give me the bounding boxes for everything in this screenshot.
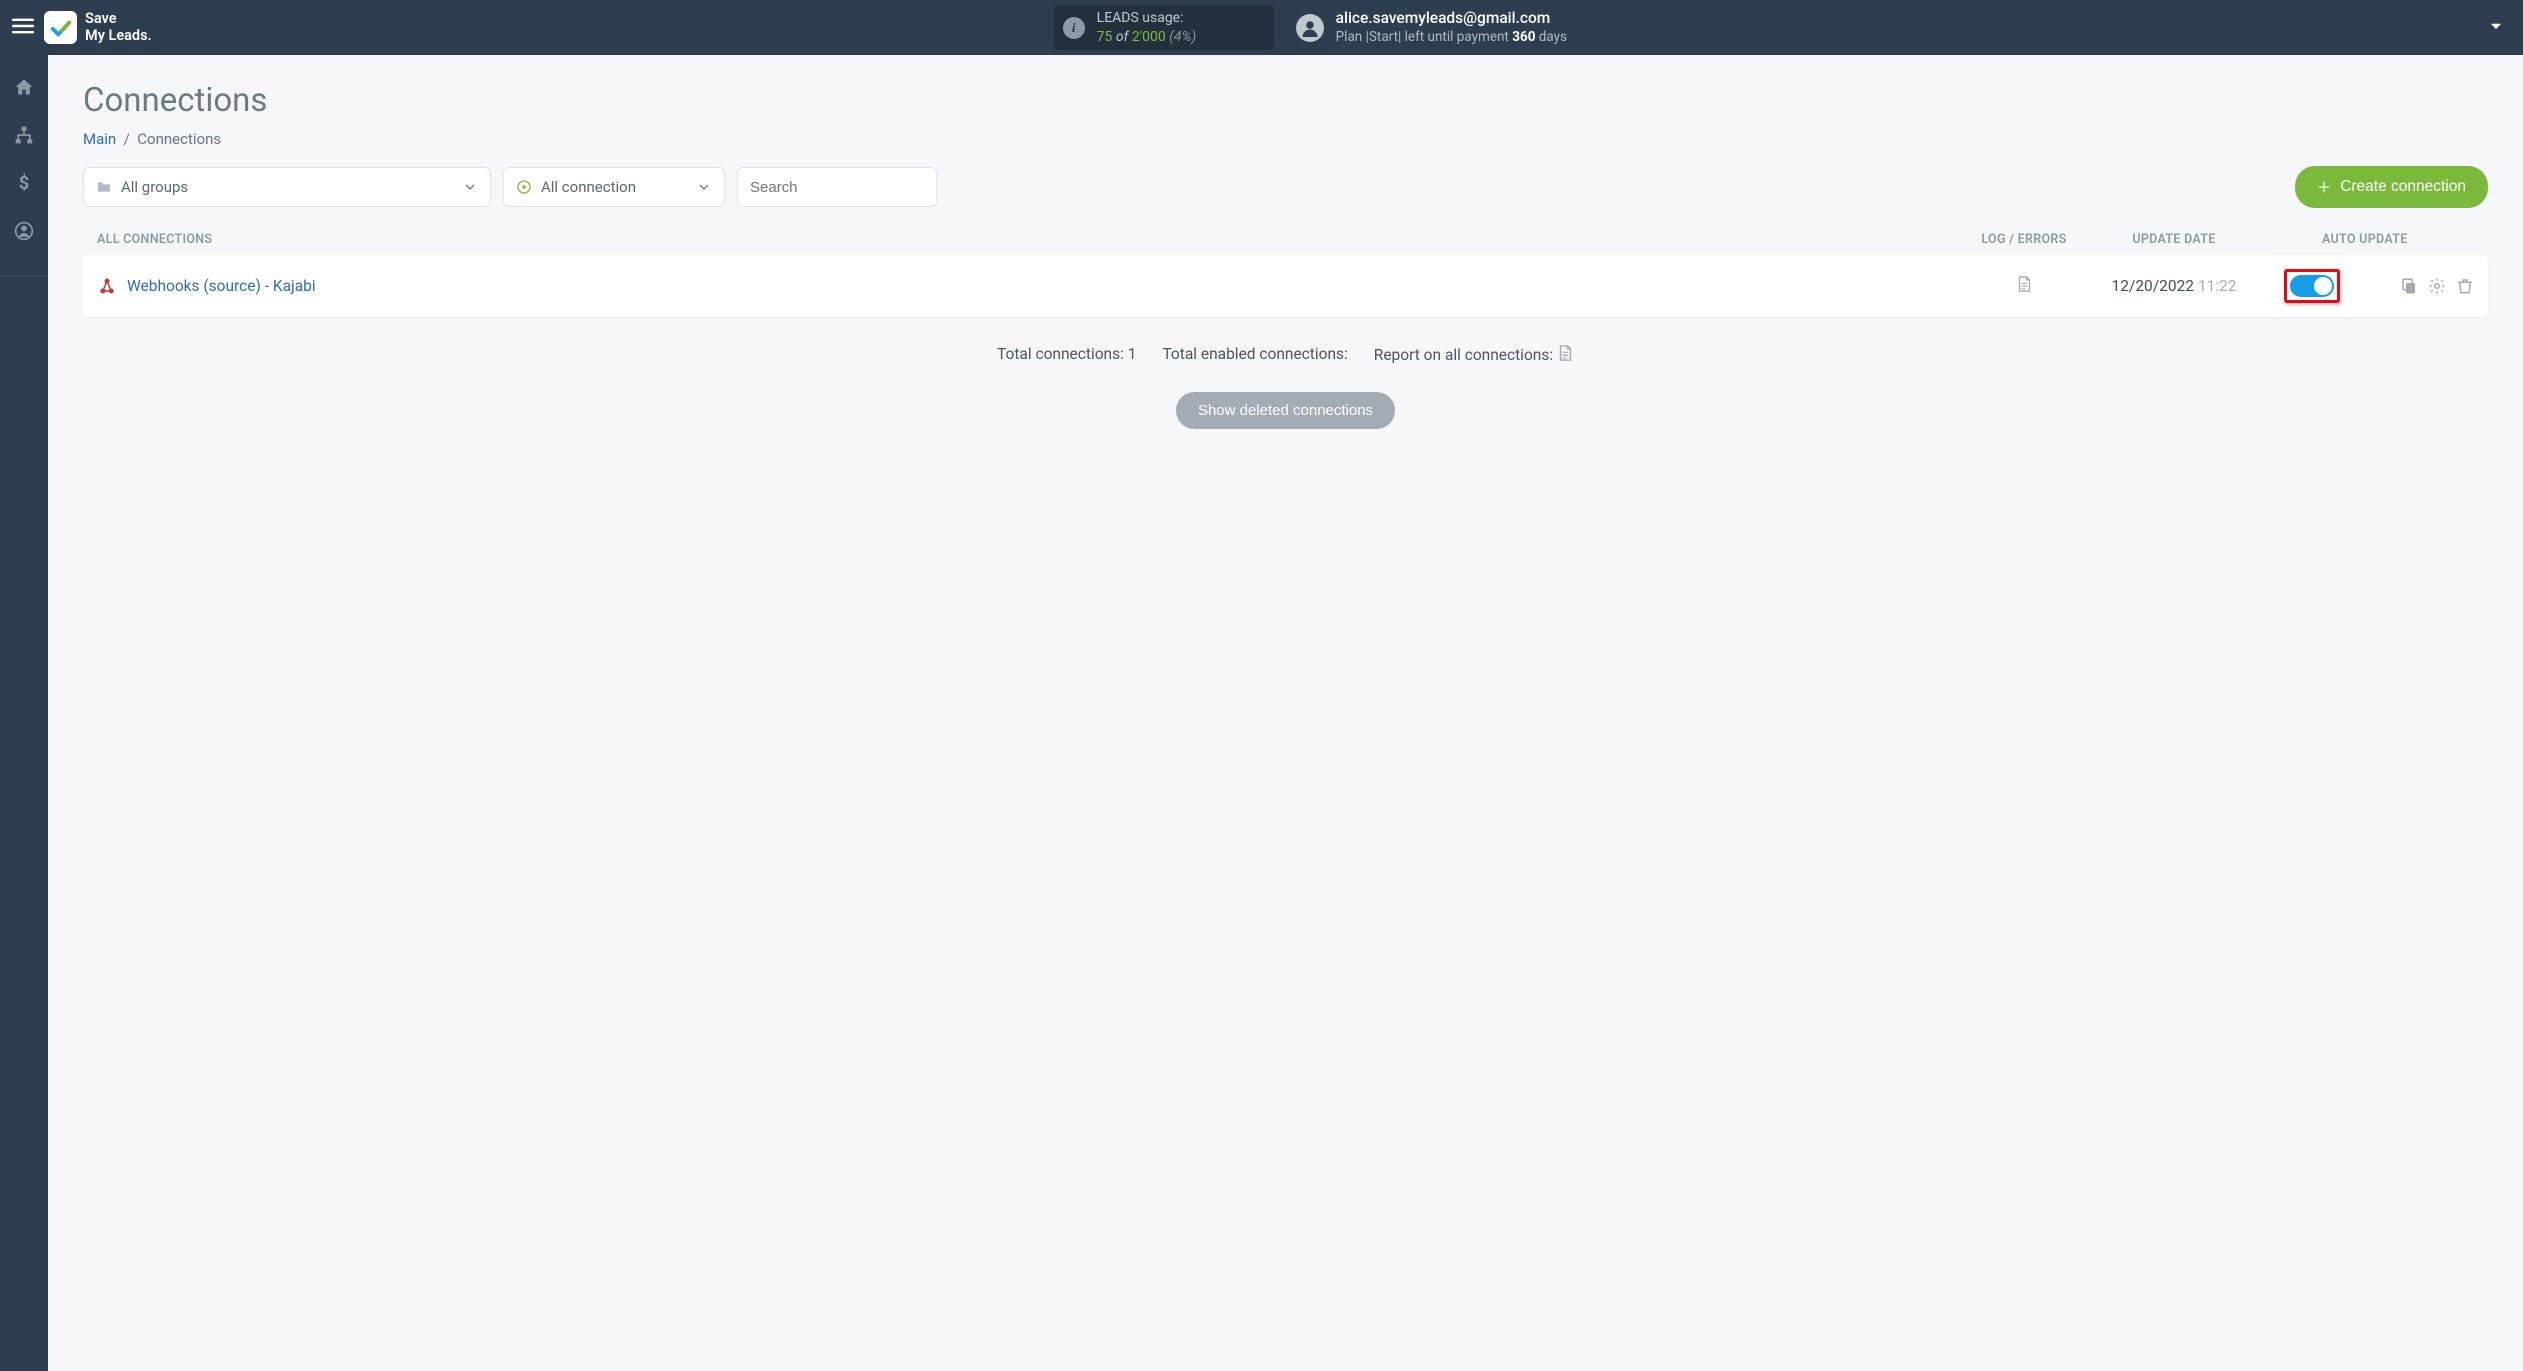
breadcrumb: Main / Connections [83, 130, 2488, 148]
log-icon[interactable] [2016, 274, 2033, 294]
row-actions [2400, 277, 2474, 295]
chevron-down-icon [462, 179, 478, 195]
usage-box[interactable]: i LEADS usage: 75 of 2'000 (4%) [1054, 5, 1274, 49]
show-deleted-button[interactable]: Show deleted connections [1176, 392, 1395, 429]
usage-text: LEADS usage: 75 of 2'000 (4%) [1097, 9, 1197, 45]
toggle-highlight [2284, 269, 2340, 303]
breadcrumb-current: Connections [137, 130, 221, 148]
logo-text: Save My Leads. [85, 11, 152, 44]
menu-icon[interactable] [12, 15, 38, 41]
summary-enabled: Total enabled connections: [1162, 345, 1347, 363]
connection-name-link[interactable]: Webhooks (source) - Kajabi [127, 277, 1974, 295]
summary-report: Report on all connections: [1374, 343, 1574, 364]
summary-row: Total connections: 1 Total enabled conne… [83, 343, 2488, 364]
nav-home-icon[interactable] [14, 77, 34, 101]
auto-update-toggle[interactable] [2290, 275, 2334, 297]
plus-icon [2317, 180, 2331, 194]
gear-icon[interactable] [2428, 277, 2446, 295]
report-icon[interactable] [1557, 343, 1574, 363]
chevron-down-icon[interactable] [2469, 17, 2513, 39]
svg-text:$: $ [19, 173, 30, 193]
play-circle-icon [516, 179, 532, 195]
filters-row: All groups All connection Create connect… [83, 166, 2488, 208]
breadcrumb-main[interactable]: Main [83, 130, 116, 148]
folder-icon [96, 179, 112, 195]
top-bar: Save My Leads. i LEADS usage: 75 of 2'00… [0, 0, 2523, 55]
groups-dropdown[interactable]: All groups [83, 167, 491, 207]
row-update-date: 12/20/2022 11:22 [2074, 277, 2274, 295]
nav-billing-icon[interactable]: $ [14, 173, 34, 197]
logo[interactable]: Save My Leads. [44, 11, 152, 44]
search-input[interactable] [750, 179, 924, 196]
account-text: alice.savemyleads@gmail.com Plan |Start|… [1336, 9, 1567, 45]
col-header-date: UPDATE DATE [2074, 232, 2274, 247]
col-header-auto: AUTO UPDATE [2274, 232, 2474, 247]
account-box[interactable]: alice.savemyleads@gmail.com Plan |Start|… [1296, 9, 1567, 45]
table-header: ALL CONNECTIONS LOG / ERRORS UPDATE DATE… [83, 222, 2488, 255]
info-icon: i [1063, 17, 1085, 39]
create-connection-button[interactable]: Create connection [2295, 166, 2488, 208]
col-header-log: LOG / ERRORS [1974, 232, 2074, 247]
main-content: Connections Main / Connections All group… [48, 55, 2523, 1371]
row-auto-update [2274, 269, 2474, 303]
connection-status-dropdown[interactable]: All connection [503, 167, 725, 207]
page-title: Connections [83, 81, 2488, 120]
logo-mark [44, 11, 77, 44]
copy-icon[interactable] [2400, 277, 2418, 295]
nav-account-icon[interactable] [14, 221, 34, 245]
avatar-icon [1296, 14, 1324, 42]
sidebar: $ [0, 55, 48, 1371]
webhook-icon [97, 276, 117, 296]
summary-total: Total connections: 1 [997, 345, 1136, 363]
trash-icon[interactable] [2456, 277, 2474, 295]
chevron-down-icon [696, 179, 712, 195]
table-row: Webhooks (source) - Kajabi 12/20/2022 11… [83, 255, 2488, 317]
search-input-wrapper [737, 167, 937, 207]
nav-connections-icon[interactable] [14, 125, 34, 149]
row-log [1974, 274, 2074, 298]
col-header-name: ALL CONNECTIONS [97, 232, 1974, 247]
